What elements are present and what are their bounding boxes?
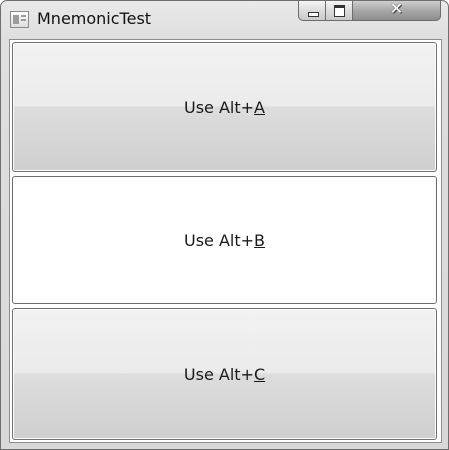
alt-b-label: Use Alt+B <box>183 230 266 250</box>
alt-a-label: Use Alt+A <box>184 97 265 117</box>
access-key-c: C <box>253 364 266 384</box>
app-icon[interactable] <box>10 11 29 28</box>
alt-a-button[interactable]: Use Alt+A <box>12 42 437 172</box>
title-bar[interactable]: MnemonicTest ✕ <box>1 1 448 39</box>
close-icon: ✕ <box>389 0 404 18</box>
alt-c-label: Use Alt+C <box>183 364 266 384</box>
access-key-b: B <box>254 230 266 250</box>
minimize-icon <box>308 12 319 17</box>
client-area: Use Alt+A Use Alt+B Use Alt+C <box>9 39 442 443</box>
maximize-icon <box>334 5 345 17</box>
app-window: MnemonicTest ✕ Use Alt+A Use Alt+B Use A… <box>0 0 449 450</box>
maximize-button[interactable] <box>326 1 353 21</box>
alt-b-button[interactable]: Use Alt+B <box>12 176 437 304</box>
close-button[interactable]: ✕ <box>353 1 441 21</box>
minimize-button[interactable] <box>298 1 326 21</box>
caption-buttons: ✕ <box>298 1 443 22</box>
window-title: MnemonicTest <box>37 9 152 28</box>
access-key-a: A <box>254 97 265 117</box>
alt-c-button[interactable]: Use Alt+C <box>12 308 437 440</box>
